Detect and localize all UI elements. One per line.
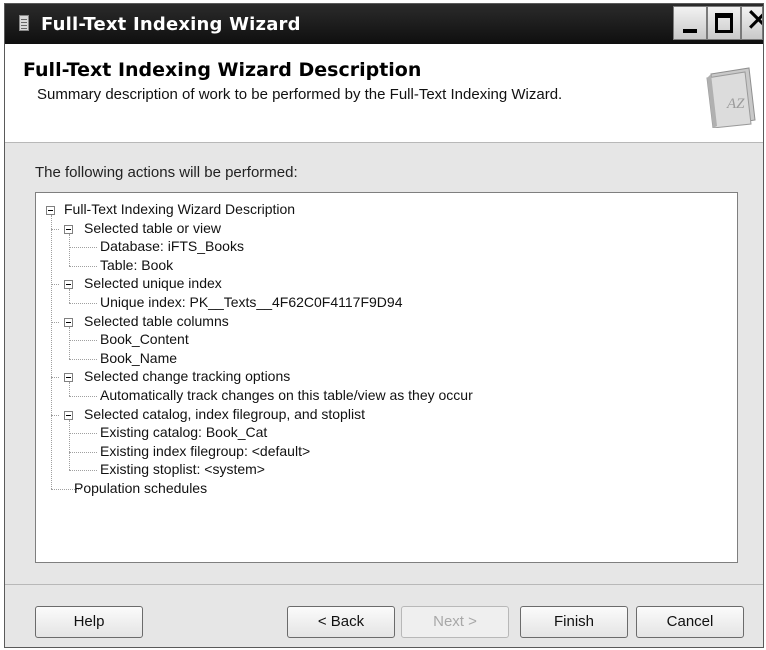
window-title: Full-Text Indexing Wizard [41, 14, 301, 35]
tree-connector [69, 340, 97, 342]
tree-leaf-label[interactable]: Unique index: PK__Texts__4F62C0F4117F9D9… [100, 294, 402, 310]
close-icon: ✕ [745, 7, 762, 36]
tree-node-label[interactable]: Selected unique index [84, 275, 222, 291]
tree-connector [51, 414, 59, 416]
tree-connector [69, 358, 97, 360]
tree-connector [51, 321, 59, 323]
tree-root-label[interactable]: Full-Text Indexing Wizard Description [64, 201, 295, 217]
wizard-window: Full-Text Indexing Wizard ✕ Full-Text In… [4, 3, 764, 648]
maximize-button[interactable] [707, 6, 741, 40]
tree-connector [51, 228, 59, 230]
back-button[interactable]: < Back [287, 606, 395, 638]
actions-tree[interactable]: Full-Text Indexing Wizard Description Sel… [35, 192, 738, 563]
tree-leaf-label[interactable]: Book_Content [100, 331, 189, 347]
tree-expander-icon[interactable] [64, 280, 73, 290]
tree-connector [69, 419, 70, 471]
page-title: Full-Text Indexing Wizard Description [23, 59, 422, 81]
tree-leaf-label[interactable]: Automatically track changes on this tabl… [100, 387, 473, 403]
maximize-icon [715, 13, 733, 33]
tree-expander-icon[interactable] [64, 224, 73, 234]
book-az-icon: AZ [706, 67, 756, 128]
tree-connector [69, 326, 70, 359]
minimize-icon [683, 29, 697, 33]
title-bar[interactable]: Full-Text Indexing Wizard ✕ [5, 4, 763, 44]
tree-connector [69, 265, 97, 267]
tree-node-label[interactable]: Selected catalog, index filegroup, and s… [84, 406, 365, 422]
page-subtitle: Summary description of work to be perfor… [37, 86, 563, 103]
minimize-button[interactable] [673, 6, 707, 40]
tree-leaf-label[interactable]: Existing index filegroup: <default> [100, 443, 310, 459]
tree-node-label[interactable]: Selected change tracking options [84, 368, 290, 384]
cancel-button[interactable]: Cancel [636, 606, 744, 638]
tree-connector [69, 396, 97, 397]
actions-label: The following actions will be performed: [35, 164, 298, 181]
tree-node-label[interactable]: Population schedules [74, 480, 207, 496]
tree-node-label[interactable]: Selected table or view [84, 220, 221, 236]
finish-button[interactable]: Finish [520, 606, 628, 638]
app-icon [19, 15, 29, 31]
tree-connector [69, 470, 97, 472]
tree-connector [51, 284, 59, 286]
tree-connector [51, 377, 59, 379]
tree-connector [69, 289, 70, 303]
tree-leaf-label[interactable]: Existing stoplist: <system> [100, 461, 265, 477]
tree-connector [69, 433, 97, 435]
wizard-header: Full-Text Indexing Wizard Description Su… [5, 44, 763, 143]
next-button[interactable]: Next > [401, 606, 509, 638]
tree-node-label[interactable]: Selected table columns [84, 313, 229, 329]
tree-connector [69, 303, 97, 304]
tree-leaf-label[interactable]: Existing catalog: Book_Cat [100, 424, 267, 440]
footer-divider [5, 584, 763, 585]
tree-connector [69, 451, 97, 453]
tree-connector [69, 233, 70, 266]
help-button[interactable]: Help [35, 606, 143, 638]
tree-connector [51, 215, 52, 489]
tree-expander-icon[interactable] [46, 206, 55, 215]
tree-leaf-label[interactable]: Table: Book [100, 257, 173, 273]
book-icon-text: AZ [726, 96, 745, 112]
tree-connector [69, 382, 70, 396]
tree-connector [69, 247, 97, 249]
tree-leaf-label[interactable]: Book_Name [100, 350, 177, 366]
tree-expander-icon[interactable] [64, 373, 73, 383]
tree-expander-icon[interactable] [64, 410, 73, 420]
tree-leaf-label[interactable]: Database: iFTS_Books [100, 238, 244, 254]
tree-expander-icon[interactable] [64, 317, 73, 327]
close-button[interactable]: ✕ [741, 6, 763, 40]
